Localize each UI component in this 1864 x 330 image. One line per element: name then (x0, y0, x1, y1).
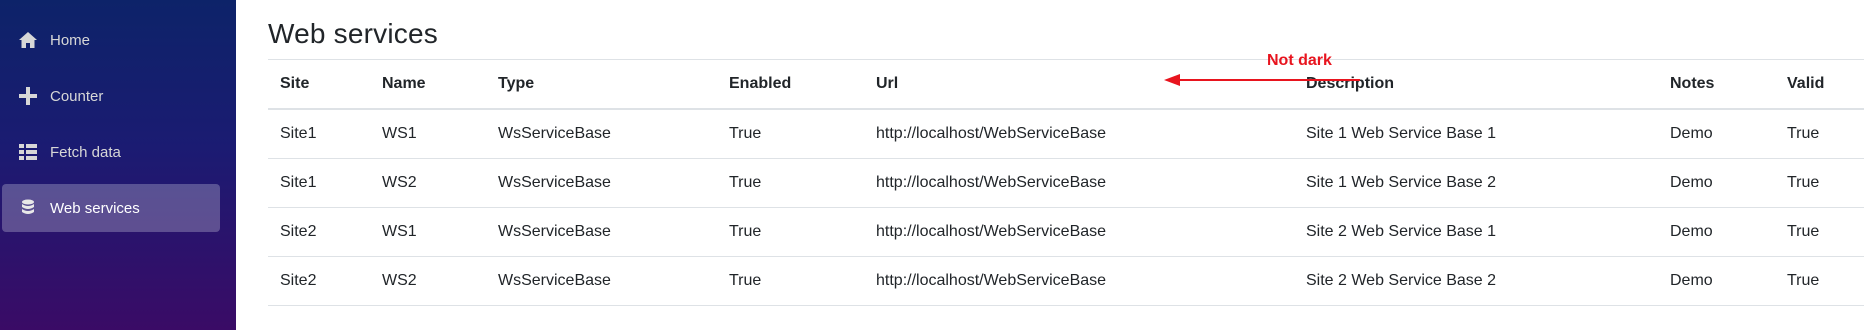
cell-description: Site 1 Web Service Base 2 (1306, 174, 1497, 191)
cell-description: Site 2 Web Service Base 2 (1306, 272, 1497, 289)
annotation-arrow-icon (1164, 74, 1360, 86)
cell-valid: True (1787, 223, 1820, 240)
table-row: Site1 WS2 WsServiceBase True http://loca… (268, 159, 1864, 208)
web-services-table: Site Name Type Enabled Url Description N… (268, 59, 1864, 306)
sidebar-item-label: Home (50, 31, 91, 49)
column-header-valid: Valid (1787, 75, 1825, 92)
cell-type: WsServiceBase (498, 125, 611, 142)
cell-name: WS2 (382, 272, 417, 289)
column-header-site: Site (280, 75, 310, 92)
column-header-type: Type (498, 75, 535, 92)
cell-notes: Demo (1670, 272, 1713, 289)
cell-valid: True (1787, 272, 1820, 289)
list-icon (18, 142, 38, 162)
cell-description: Site 2 Web Service Base 1 (1306, 223, 1497, 240)
cell-url: http://localhost/WebServiceBase (876, 174, 1107, 191)
sidebar: Home Counter Fetch data Web services (0, 0, 236, 330)
cell-enabled: True (729, 272, 762, 289)
annotation-label: Not dark (1267, 52, 1332, 69)
column-header-notes: Notes (1670, 75, 1715, 92)
cell-name: WS1 (382, 125, 417, 142)
cell-site: Site1 (280, 125, 317, 142)
cell-enabled: True (729, 174, 762, 191)
cell-enabled: True (729, 125, 762, 142)
cell-description: Site 1 Web Service Base 1 (1306, 125, 1497, 142)
cell-valid: True (1787, 125, 1820, 142)
cell-notes: Demo (1670, 223, 1713, 240)
cell-type: WsServiceBase (498, 223, 611, 240)
cell-enabled: True (729, 223, 762, 240)
cell-url: http://localhost/WebServiceBase (876, 223, 1107, 240)
page-title: Web services (268, 18, 438, 49)
app-window: Home Counter Fetch data Web services Web… (0, 0, 1864, 330)
database-icon (18, 198, 38, 218)
column-header-enabled: Enabled (729, 75, 792, 92)
cell-notes: Demo (1670, 174, 1713, 191)
cell-name: WS1 (382, 223, 417, 240)
table-row: Site1 WS1 WsServiceBase True http://loca… (268, 110, 1864, 159)
column-header-url: Url (876, 75, 899, 92)
sidebar-item-label: Fetch data (50, 143, 121, 161)
cell-url: http://localhost/WebServiceBase (876, 272, 1107, 289)
column-header-name: Name (382, 75, 426, 92)
cell-type: WsServiceBase (498, 272, 611, 289)
cell-site: Site1 (280, 174, 317, 191)
cell-type: WsServiceBase (498, 174, 611, 191)
cell-notes: Demo (1670, 125, 1713, 142)
cell-name: WS2 (382, 174, 417, 191)
sidebar-item-counter[interactable]: Counter (2, 72, 220, 120)
sidebar-item-label: Counter (50, 87, 104, 105)
cell-site: Site2 (280, 223, 317, 240)
cell-valid: True (1787, 174, 1820, 191)
main-content: Web services Site Name Type Enabled Url … (236, 0, 1864, 330)
sidebar-item-home[interactable]: Home (2, 16, 220, 64)
table-row: Site2 WS2 WsServiceBase True http://loca… (268, 257, 1864, 306)
table-header-row: Site Name Type Enabled Url Description N… (268, 59, 1864, 110)
sidebar-item-label: Web services (50, 199, 140, 217)
plus-icon (18, 86, 38, 106)
sidebar-item-fetch-data[interactable]: Fetch data (2, 128, 220, 176)
home-icon (18, 30, 38, 50)
sidebar-item-web-services[interactable]: Web services (2, 184, 220, 232)
cell-site: Site2 (280, 272, 317, 289)
table-row: Site2 WS1 WsServiceBase True http://loca… (268, 208, 1864, 257)
cell-url: http://localhost/WebServiceBase (876, 125, 1107, 142)
